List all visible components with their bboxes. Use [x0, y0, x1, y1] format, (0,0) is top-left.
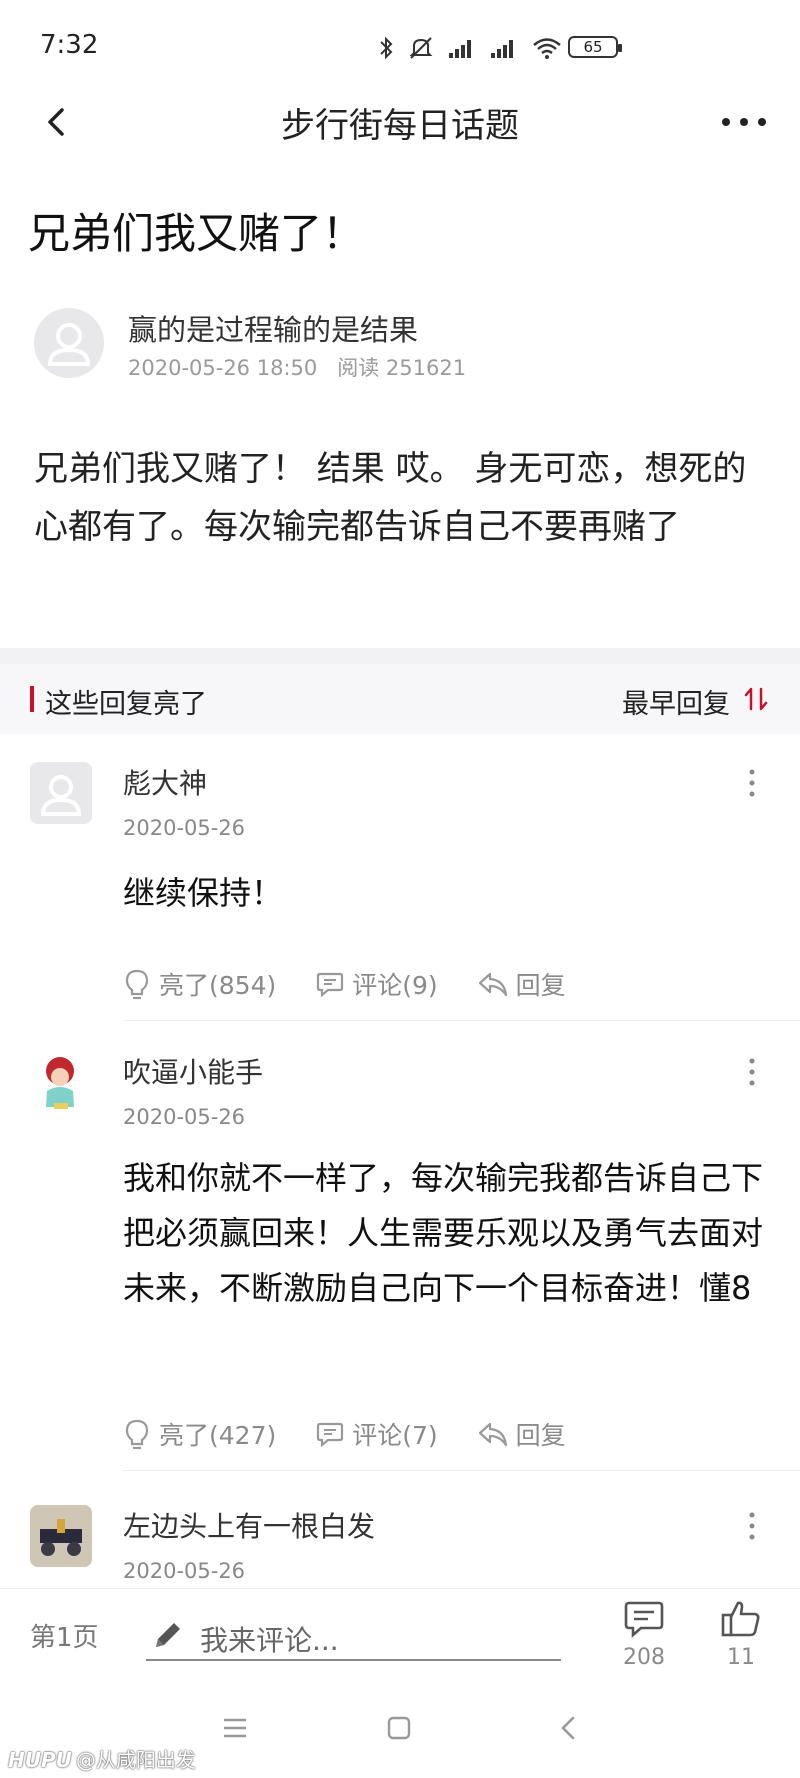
bluetooth-icon: [380, 36, 393, 60]
default-avatar-icon: [40, 775, 82, 816]
comment-actions: 亮了(854) 评论(9) 回复: [123, 964, 606, 1004]
reply-icon: [478, 1422, 507, 1447]
comment-icon: [624, 1601, 664, 1638]
like-count: 11: [727, 1645, 755, 1670]
comment-more-icon[interactable]: [744, 1055, 760, 1089]
comment-label: 评论(7): [352, 1421, 438, 1450]
commenter-avatar[interactable]: [30, 762, 92, 824]
comment-item: 彪大神 2020-05-26 继续保持！ 亮了(854) 评论(9) 回复: [0, 762, 800, 1022]
battery-indicator: 65: [568, 36, 622, 58]
watermark-text: @从咸阳出发: [75, 1748, 196, 1772]
comment-button[interactable]: 评论(9): [316, 966, 438, 1002]
author-name[interactable]: 赢的是过程输的是结果: [128, 307, 418, 349]
bottom-comment-bar: 第1页 我来评论... 208 11: [0, 1588, 800, 1680]
comment-button[interactable]: 评论(7): [316, 1416, 438, 1452]
comment-item: 吹逼小能手 2020-05-26 我和你就不一样了，每次输完我都告诉自己下把必须…: [0, 1051, 800, 1471]
comment-icon: [317, 1422, 344, 1448]
like-button[interactable]: 亮了(854): [123, 966, 276, 1002]
comment-item: 左边头上有一根白发 2020-05-26: [0, 1505, 800, 1588]
comment-separator: [123, 1020, 800, 1021]
commenter-name[interactable]: 左边头上有一根白发: [123, 1505, 375, 1545]
anime-avatar-icon: [46, 1057, 74, 1109]
watermark-brand: HUPU: [8, 1748, 72, 1772]
comment-body: 我和你就不一样了，每次输完我都告诉自己下把必须赢回来！人生需要乐观以及勇气去面对…: [123, 1159, 764, 1307]
comment-more-icon[interactable]: [744, 1509, 760, 1543]
post-body: 兄弟们我又赌了！ 结果 哎。 身无可恋，想死的心都有了。每次输完都告诉自己不要再…: [34, 449, 747, 547]
post-views: 阅读 251621: [337, 356, 467, 380]
lightbulb-icon: [125, 969, 149, 1000]
accent-mark: [30, 686, 34, 712]
post-title: 兄弟们我又赌了！: [28, 209, 365, 258]
status-bar: 7:32 65: [0, 0, 800, 95]
like-label: 亮了(854): [159, 971, 277, 1000]
comment-actions: 亮了(427) 评论(7) 回复: [123, 1414, 606, 1454]
comment-count: 208: [623, 1645, 665, 1670]
nav-bar: 步行街每日话题: [0, 82, 800, 162]
menu-icon[interactable]: [222, 1716, 248, 1740]
comment-icon: [317, 972, 344, 998]
like-post-button[interactable]: 11: [706, 1599, 776, 1675]
like-button[interactable]: 亮了(427): [123, 1416, 276, 1452]
status-time: 7:32: [40, 30, 99, 60]
comment-date: 2020-05-26: [123, 1105, 246, 1129]
section-divider: [0, 648, 800, 664]
lightbulb-icon: [125, 1419, 149, 1450]
comments-count-button[interactable]: 208: [609, 1599, 679, 1675]
author-avatar[interactable]: [34, 308, 104, 378]
page-indicator[interactable]: 第1页: [30, 1617, 99, 1654]
watermark: HUPU @从咸阳出发: [8, 1744, 196, 1773]
comment-more-icon[interactable]: [744, 766, 760, 800]
more-icon[interactable]: [716, 100, 772, 144]
pencil-icon: [156, 1623, 180, 1647]
commenter-name[interactable]: 吹逼小能手: [123, 1051, 263, 1091]
post-meta: 2020-05-26 18:50 阅读 251621: [128, 352, 466, 382]
thumbs-up-icon: [721, 1601, 760, 1637]
reply-button[interactable]: 回复: [478, 1416, 566, 1452]
like-label: 亮了(427): [159, 1421, 277, 1450]
signal-icon: [449, 40, 471, 58]
comment-date: 2020-05-26: [123, 816, 246, 840]
commenter-avatar[interactable]: [30, 1505, 92, 1567]
replies-title: 这些回复亮了: [45, 689, 207, 720]
post-date: 2020-05-26 18:50: [128, 356, 318, 380]
comment-body: 继续保持！: [123, 874, 284, 912]
system-back-icon[interactable]: [556, 1714, 580, 1742]
default-avatar-icon: [47, 323, 91, 366]
comment-date: 2020-05-26: [123, 1559, 246, 1583]
mute-bell-icon: [409, 37, 433, 59]
sort-icon[interactable]: [742, 684, 770, 714]
page-title: 步行街每日话题: [281, 106, 519, 146]
sort-button[interactable]: 最早回复: [622, 682, 730, 721]
replies-header: 这些回复亮了 最早回复: [0, 664, 800, 734]
comment-placeholder: 我来评论...: [200, 1624, 339, 1657]
comment-separator: [123, 1470, 800, 1471]
status-icons: [378, 30, 562, 66]
reply-label: 回复: [515, 971, 566, 1000]
commenter-name[interactable]: 彪大神: [123, 762, 207, 802]
home-icon[interactable]: [386, 1715, 412, 1741]
reply-button[interactable]: 回复: [478, 966, 566, 1002]
comment-input[interactable]: 我来评论...: [146, 1609, 561, 1661]
commenter-avatar[interactable]: [30, 1051, 92, 1113]
wifi-icon: [533, 38, 561, 59]
signal-icon-2: [491, 40, 513, 58]
photo-avatar-icon: [30, 1505, 92, 1567]
reply-icon: [478, 972, 507, 997]
reply-label: 回复: [515, 1421, 566, 1450]
comment-label: 评论(9): [352, 971, 438, 1000]
